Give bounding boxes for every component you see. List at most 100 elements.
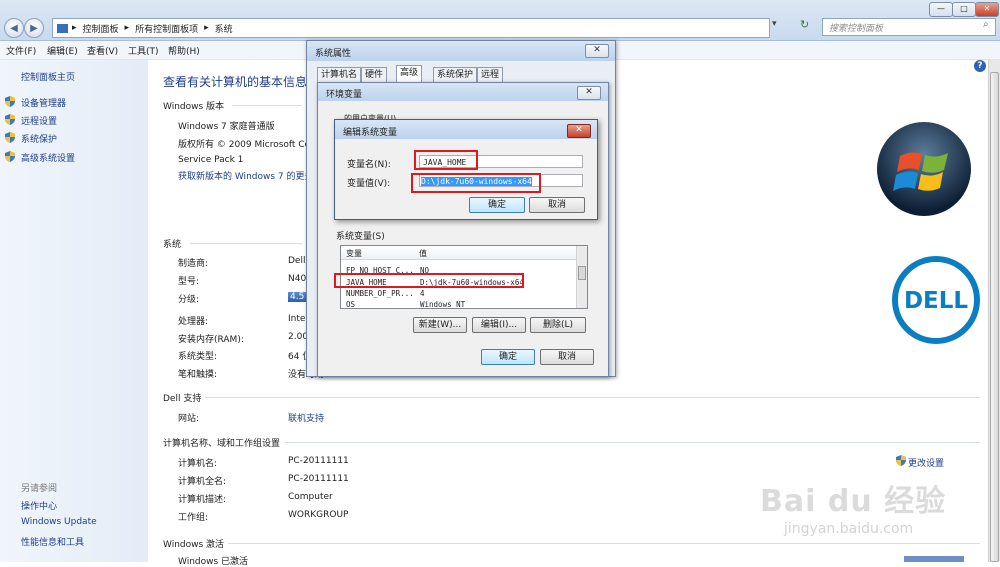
maximize-button[interactable]: □ (952, 2, 976, 17)
sidebar-item-advanced-settings[interactable]: 高级系统设置 (21, 151, 75, 164)
system-label: 制造商: (178, 259, 209, 269)
change-settings-link[interactable]: 更改设置 (908, 456, 944, 469)
sidebar-item-system-protection[interactable]: 系统保护 (21, 132, 57, 145)
dell-logo-icon: DELL (892, 256, 980, 344)
see-also-title: 另请参阅 (21, 484, 58, 494)
highlight-box (414, 150, 478, 170)
website-label: 网站: (178, 414, 200, 424)
search-icon[interactable]: ⌕ (983, 19, 989, 30)
menu-edit[interactable]: 编辑(E) (47, 44, 78, 57)
edit-variable-button[interactable]: 编辑(I)... (472, 317, 526, 333)
tab-hardware[interactable]: 硬件 (361, 67, 388, 82)
shield-icon (896, 455, 906, 466)
tab-computer-name[interactable]: 计算机名 (317, 67, 362, 82)
ok-button[interactable]: 确定 (469, 197, 525, 213)
dialog-title: 编辑系统变量 (343, 128, 398, 138)
dropdown-arrow-icon[interactable]: ▾ (772, 19, 777, 29)
scrollbar-thumb[interactable] (578, 266, 586, 280)
get-new-edition-link[interactable]: 获取新版本的 Windows 7 的更多 (178, 169, 306, 182)
system-value: Dell (288, 256, 306, 266)
sidebar-item-device-manager[interactable]: 设备管理器 (21, 96, 66, 109)
shield-icon (5, 96, 15, 107)
close-button[interactable]: ✕ (585, 44, 609, 58)
system-value: N40 (288, 274, 307, 284)
dialog-title: 环境变量 (326, 90, 363, 100)
breadcrumb-item[interactable]: 控制面板 (83, 22, 119, 35)
system-vars-label: 系统变量(S) (336, 232, 385, 242)
refresh-icon[interactable]: ↻ (800, 18, 809, 31)
delete-variable-button[interactable]: 删除(L) (530, 317, 586, 333)
see-also-action-center[interactable]: 操作中心 (21, 499, 57, 512)
column-header-variable[interactable]: 变量 (346, 248, 362, 259)
column-header-value[interactable]: 值 (419, 248, 427, 259)
system-section-title: 系统 (163, 240, 182, 250)
forward-button[interactable]: ▶ (24, 18, 44, 38)
computer-value: PC-20111111 (288, 456, 349, 466)
scrollbar-thumb[interactable] (990, 72, 999, 562)
computer-value: PC-20111111 (288, 474, 349, 484)
scrollbar[interactable] (988, 60, 1000, 562)
back-arrow-icon: ◀ (10, 22, 18, 34)
menu-file[interactable]: 文件(F) (6, 44, 36, 57)
close-button[interactable]: ✕ (975, 2, 999, 17)
edition-section-title: Windows 版本 (163, 102, 225, 112)
computer-section-title: 计算机名称、域和工作组设置 (163, 439, 281, 449)
menu-tools[interactable]: 工具(T) (128, 44, 159, 57)
help-icon[interactable]: ? (974, 60, 986, 72)
tab-advanced[interactable]: 高级 (396, 65, 423, 83)
tab-remote[interactable]: 远程 (477, 67, 504, 82)
service-pack: Service Pack 1 (178, 155, 244, 165)
table-row[interactable]: OS Windows_NT (343, 299, 573, 308)
sidebar-item-remote-settings[interactable]: 远程设置 (21, 114, 57, 127)
control-panel-icon (57, 23, 68, 33)
highlight-box (411, 173, 541, 193)
close-button[interactable]: ✕ (567, 124, 591, 138)
cancel-button[interactable]: 取消 (529, 197, 585, 213)
divider (228, 543, 980, 544)
menu-help[interactable]: 帮助(H) (168, 44, 200, 57)
system-label: 系统类型: (178, 352, 218, 362)
variable-value-label: 变量值(V): (347, 179, 391, 189)
divider (190, 243, 302, 244)
computer-label: 工作组: (178, 513, 209, 523)
close-button[interactable]: ✕ (577, 86, 601, 100)
tab-system-protection[interactable]: 系统保护 (433, 67, 478, 82)
dialog-title: 系统属性 (315, 49, 352, 59)
minimize-button[interactable]: — (929, 2, 953, 17)
sidebar-home-link[interactable]: 控制面板主页 (21, 70, 75, 83)
online-support-link[interactable]: 联机支持 (288, 411, 324, 424)
computer-label: 计算机描述: (178, 495, 227, 505)
computer-label: 计算机全名: (178, 477, 227, 487)
computer-label: 计算机名: (178, 459, 218, 469)
support-section-title: Dell 支持 (163, 394, 202, 404)
genuine-badge (904, 556, 964, 562)
breadcrumb-item[interactable]: 所有控制面板项 (135, 22, 198, 35)
see-also-performance[interactable]: 性能信息和工具 (21, 535, 84, 548)
edition-name: Windows 7 家庭普通版 (178, 122, 275, 132)
windows-logo-icon (877, 122, 971, 216)
divider (285, 442, 980, 443)
highlight-box (334, 273, 524, 288)
menu-view[interactable]: 查看(V) (87, 44, 118, 57)
scrollbar[interactable] (576, 246, 587, 308)
search-input[interactable]: 搜索控制面板 (822, 18, 996, 36)
breadcrumb-item[interactable]: 系统 (215, 22, 233, 35)
cancel-button[interactable]: 取消 (540, 349, 594, 365)
variable-name-label: 变量名(N): (347, 160, 391, 170)
copyright-text: 版权所有 © 2009 Microsoft Co (178, 140, 306, 150)
rating-badge[interactable]: 4.5 (288, 292, 307, 302)
system-label: 笔和触摸: (178, 370, 218, 380)
watermark-url: jingyan.baidu.com (784, 521, 914, 537)
address-field[interactable]: ▸ 控制面板 ▸ 所有控制面板项 ▸ 系统 (52, 18, 770, 38)
watermark: Bai du 经验 (760, 484, 947, 519)
ok-button[interactable]: 确定 (481, 349, 535, 365)
see-also-windows-update[interactable]: Windows Update (21, 517, 97, 527)
back-button[interactable]: ◀ (4, 18, 24, 38)
activation-status: Windows 已激活 (178, 557, 249, 567)
table-row[interactable]: NUMBER_OF_PR... 4 (343, 288, 573, 299)
divider (232, 105, 302, 106)
new-variable-button[interactable]: 新建(W)... (413, 317, 467, 333)
forward-arrow-icon: ▶ (30, 22, 38, 34)
system-label: 型号: (178, 277, 200, 287)
computer-value: WORKGROUP (288, 510, 349, 520)
